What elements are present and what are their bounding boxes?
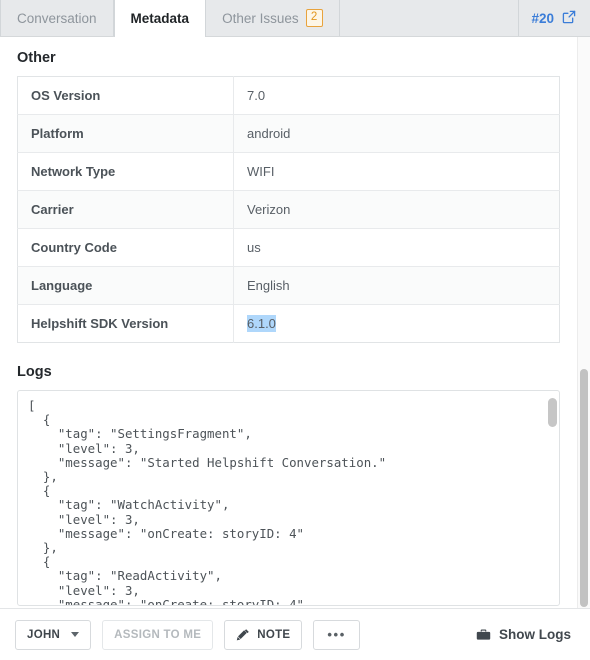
metadata-value[interactable]: us <box>234 229 560 267</box>
metadata-key: OS Version <box>17 76 234 115</box>
bottom-toolbar: JOHN ASSIGN TO ME NOTE ••• Show Logs <box>0 608 590 660</box>
metadata-value[interactable]: Verizon <box>234 191 560 229</box>
metadata-value[interactable]: android <box>234 115 560 153</box>
tab-other-issues-label: Other Issues <box>222 10 299 26</box>
ellipsis-icon: ••• <box>327 627 346 642</box>
tab-bar-spacer <box>339 0 520 36</box>
table-row: Platform android <box>17 114 560 153</box>
issue-number: #20 <box>531 10 554 26</box>
metadata-key: Platform <box>17 114 234 153</box>
scroll-content: Other OS Version 7.0 Platform android Ne… <box>0 37 577 608</box>
note-label: NOTE <box>257 628 291 641</box>
assignee-label: JOHN <box>27 628 61 641</box>
assignee-dropdown[interactable]: JOHN <box>15 619 92 650</box>
table-row: Helpshift SDK Version 6.1.0 <box>17 304 560 343</box>
note-button[interactable]: NOTE <box>224 619 303 650</box>
show-logs-label: Show Logs <box>499 627 571 642</box>
metadata-value-selected[interactable]: 6.1.0 <box>234 305 560 343</box>
panel-body: Other OS Version 7.0 Platform android Ne… <box>0 37 590 608</box>
logs-text[interactable]: [ { "tag": "SettingsFragment", "level": … <box>18 391 559 605</box>
metadata-table-body: OS Version 7.0 Platform android Network … <box>17 76 560 343</box>
tab-metadata[interactable]: Metadata <box>113 0 207 37</box>
tab-conversation-label: Conversation <box>17 10 97 26</box>
metadata-key: Language <box>17 266 234 305</box>
metadata-key: Helpshift SDK Version <box>17 304 234 343</box>
tab-other-issues[interactable]: Other Issues 2 <box>206 0 340 36</box>
show-logs-button[interactable]: Show Logs <box>476 627 575 642</box>
logs-scrollbar-thumb[interactable] <box>548 398 557 427</box>
metadata-table: OS Version 7.0 Platform android Network … <box>17 76 560 343</box>
pencil-icon <box>236 628 250 642</box>
table-row: Language English <box>17 266 560 305</box>
metadata-value[interactable]: WIFI <box>234 153 560 191</box>
assign-to-me-button[interactable]: ASSIGN TO ME <box>102 619 214 650</box>
other-issues-count-badge: 2 <box>305 9 323 27</box>
metadata-key: Carrier <box>17 190 234 229</box>
page-scrollbar[interactable] <box>577 37 590 608</box>
page-scrollbar-thumb[interactable] <box>580 369 588 607</box>
metadata-panel: Conversation Metadata Other Issues 2 #20… <box>0 0 590 660</box>
table-row: Carrier Verizon <box>17 190 560 229</box>
tab-conversation[interactable]: Conversation <box>0 0 114 36</box>
assign-to-me-label: ASSIGN TO ME <box>114 628 202 641</box>
table-row: Network Type WIFI <box>17 152 560 191</box>
logs-scrollbar[interactable] <box>548 392 557 604</box>
tab-bar: Conversation Metadata Other Issues 2 #20 <box>0 0 590 37</box>
briefcase-icon <box>476 628 491 642</box>
metadata-key: Country Code <box>17 228 234 267</box>
chevron-down-icon <box>71 632 80 637</box>
external-link-icon <box>562 10 576 27</box>
table-row: OS Version 7.0 <box>17 76 560 115</box>
issue-link[interactable]: #20 <box>519 0 590 36</box>
logs-panel[interactable]: [ { "tag": "SettingsFragment", "level": … <box>17 390 560 606</box>
selected-text: 6.1.0 <box>247 315 276 332</box>
metadata-key: Network Type <box>17 152 234 191</box>
metadata-value[interactable]: 7.0 <box>234 77 560 115</box>
tab-metadata-label: Metadata <box>130 10 190 26</box>
other-section-title: Other <box>17 50 56 66</box>
more-options-button[interactable]: ••• <box>313 619 360 650</box>
table-row: Country Code us <box>17 228 560 267</box>
logs-section-title: Logs <box>17 364 52 380</box>
metadata-value[interactable]: English <box>234 267 560 305</box>
